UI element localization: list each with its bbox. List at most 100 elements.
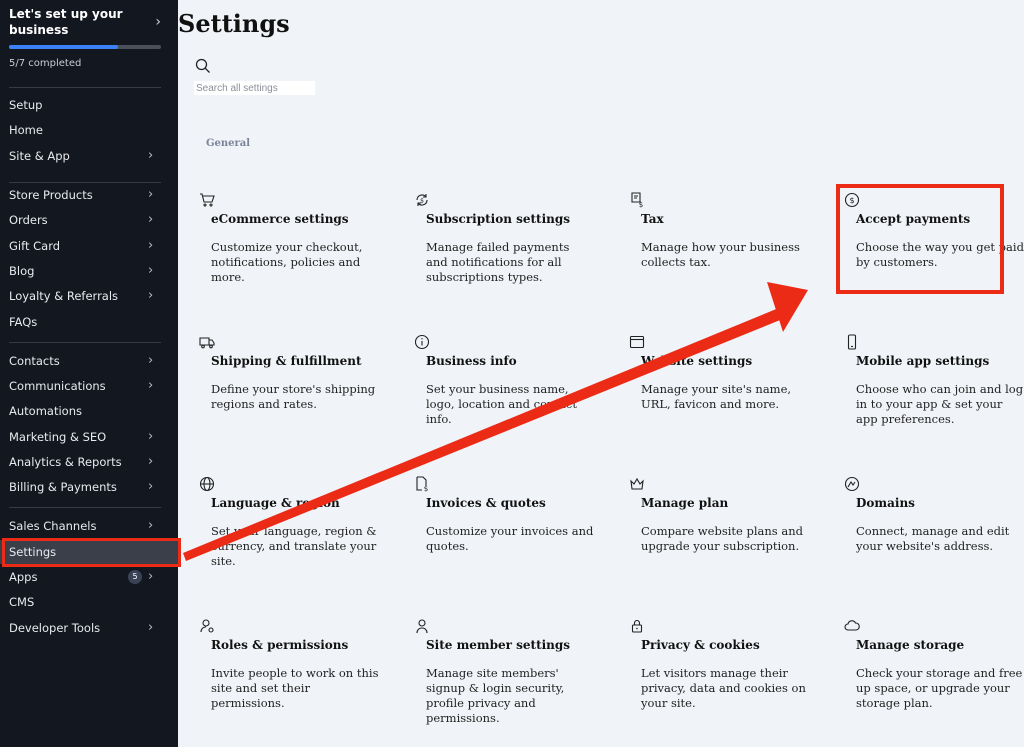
- setup-progress-fill: [9, 45, 118, 49]
- chevron-right-icon: ›: [148, 620, 154, 635]
- sidebar-item-orders[interactable]: Orders ›: [0, 208, 178, 232]
- sidebar-item-faqs[interactable]: FAQs: [0, 310, 178, 334]
- section-label-general: General: [206, 138, 251, 149]
- accept-payments-annotation-box: [836, 184, 1004, 294]
- person-icon: [416, 619, 428, 634]
- settings-card-domains[interactable]: Domains Connect, manage and edit your web…: [844, 476, 1024, 586]
- settings-card-roles-permissions[interactable]: Roles & permissions Invite people to work…: [200, 618, 391, 728]
- mobile-icon: [847, 334, 857, 350]
- settings-card-description: Invite people to work on this site and s…: [211, 666, 379, 710]
- settings-card-description: Manage your site's name, URL, favicon an…: [641, 382, 792, 411]
- sidebar-item-label: Marketing & SEO: [9, 430, 107, 444]
- settings-card-title: Tax: [641, 212, 664, 226]
- settings-card-title: Language & region: [211, 496, 340, 510]
- settings-card-mobile-app-settings[interactable]: Mobile app settings Choose who can join a…: [847, 334, 1024, 444]
- sidebar-divider: [9, 342, 161, 343]
- settings-card-shipping-fulfillment[interactable]: Shipping & fulfillment Define your store'…: [199, 334, 391, 444]
- sidebar-item-cms[interactable]: CMS: [0, 590, 178, 614]
- sidebar-item-label: Sales Channels: [9, 519, 97, 533]
- sidebar: Let's set up your business › 5/7 complet…: [0, 0, 181, 747]
- svg-text:$: $: [424, 485, 428, 492]
- settings-card-subscription-settings[interactable]: $ Subscription settings Manage failed paym…: [416, 192, 606, 302]
- sidebar-item-gift-card[interactable]: Gift Card ›: [0, 234, 178, 258]
- settings-card-title: eCommerce settings: [211, 212, 349, 226]
- sidebar-item-label: Site & App: [9, 149, 70, 163]
- tax-receipt-icon: $: [631, 192, 643, 208]
- truck-icon: [199, 337, 215, 349]
- sidebar-item-automations[interactable]: Automations: [0, 399, 178, 423]
- settings-card-description: Let visitors manage their privacy, data …: [641, 666, 806, 710]
- settings-card-manage-plan[interactable]: Manage plan Compare website plans and upg…: [630, 476, 821, 586]
- sidebar-item-communications[interactable]: Communications ›: [0, 374, 178, 398]
- settings-card-title: Roles & permissions: [211, 638, 349, 652]
- chevron-right-icon: ›: [148, 378, 154, 393]
- settings-card-business-info[interactable]: Business info Set your business name, log…: [414, 334, 606, 444]
- sidebar-item-home[interactable]: Home: [0, 118, 178, 142]
- sidebar-item-developer-tools[interactable]: Developer Tools ›: [0, 616, 178, 640]
- sidebar-item-label: Orders: [9, 213, 48, 227]
- sidebar-item-label: Loyalty & Referrals: [9, 289, 119, 303]
- browser-window-icon: [629, 335, 645, 349]
- setup-title: Let's set up your business: [9, 7, 123, 37]
- sidebar-divider: [9, 507, 161, 508]
- settings-card-description: Customize your invoices and quotes.: [426, 524, 594, 553]
- setup-progress-card[interactable]: Let's set up your business › 5/7 complet…: [9, 6, 171, 69]
- settings-card-title: Manage storage: [856, 638, 965, 652]
- settings-card-manage-storage[interactable]: Manage storage Check your storage and fre…: [844, 618, 1024, 728]
- sidebar-item-label: Gift Card: [9, 239, 61, 253]
- sidebar-item-setup[interactable]: Setup: [0, 93, 178, 117]
- sidebar-item-label: Blog: [9, 264, 35, 278]
- settings-card-website-settings[interactable]: Website settings Manage your site's name,…: [629, 334, 821, 444]
- settings-card-title: Website settings: [641, 354, 753, 368]
- sidebar-item-label: FAQs: [9, 315, 38, 329]
- sidebar-item-store-products[interactable]: Store Products ›: [0, 183, 178, 207]
- sidebar-item-label: CMS: [9, 595, 35, 609]
- settings-card-title: Privacy & cookies: [641, 638, 760, 652]
- chevron-right-icon: ›: [148, 212, 154, 227]
- sidebar-item-label: Analytics & Reports: [9, 455, 122, 469]
- sidebar-item-label: Automations: [9, 404, 82, 418]
- settings-card-language-region[interactable]: Language & region Set your language, regi…: [199, 476, 391, 586]
- sidebar-item-blog[interactable]: Blog ›: [0, 259, 178, 283]
- settings-card-title: Manage plan: [641, 496, 729, 510]
- sidebar-item-billing-payments[interactable]: Billing & Payments ›: [0, 475, 178, 499]
- sidebar-item-sales-channels[interactable]: Sales Channels ›: [0, 514, 178, 538]
- chevron-right-icon: ›: [148, 353, 154, 368]
- page-title: Settings: [178, 9, 290, 38]
- sidebar-item-analytics-reports[interactable]: Analytics & Reports ›: [0, 450, 178, 474]
- sidebar-item-site-app[interactable]: Site & App ›: [0, 144, 178, 168]
- chevron-right-icon: ›: [148, 288, 154, 303]
- chevron-right-icon: ›: [148, 263, 154, 278]
- settings-card-site-member-settings[interactable]: Site member settings Manage site members'…: [416, 618, 606, 728]
- settings-card-description: Customize your checkout, notifications, …: [211, 240, 363, 284]
- cloud-icon: [844, 620, 860, 631]
- settings-card-description: Manage how your business collects tax.: [641, 240, 800, 269]
- settings-card-invoices-quotes[interactable]: $ Invoices & quotes Customize your invoice…: [416, 476, 606, 586]
- crown-icon: [630, 477, 644, 490]
- settings-card-description: Check your storage and free up space, or…: [856, 666, 1023, 710]
- sidebar-item-marketing-seo[interactable]: Marketing & SEO ›: [0, 425, 178, 449]
- globe-icon: [199, 476, 215, 492]
- search-icon[interactable]: [195, 58, 211, 74]
- search-input[interactable]: [194, 81, 315, 95]
- settings-card-description: Connect, manage and edit your website's …: [856, 524, 1010, 553]
- chevron-right-icon: ›: [155, 14, 161, 30]
- sidebar-item-label: Contacts: [9, 354, 60, 368]
- settings-card-title: Site member settings: [426, 638, 571, 652]
- settings-card-tax[interactable]: $ Tax Manage how your business collects ta…: [631, 192, 821, 302]
- settings-card-description: Compare website plans and upgrade your s…: [641, 524, 803, 553]
- sidebar-item-label: Billing & Payments: [9, 480, 117, 494]
- sidebar-item-apps[interactable]: Apps 5 ›: [0, 565, 178, 589]
- sidebar-item-label: Communications: [9, 379, 106, 393]
- settings-card-ecommerce-settings[interactable]: eCommerce settings Customize your checkou…: [200, 192, 391, 302]
- settings-card-privacy-cookies[interactable]: Privacy & cookies Let visitors manage the…: [631, 618, 821, 728]
- apps-count-badge: 5: [128, 570, 142, 584]
- sidebar-item-contacts[interactable]: Contacts ›: [0, 349, 178, 373]
- chevron-right-icon: ›: [148, 238, 154, 253]
- chevron-right-icon: ›: [148, 518, 154, 533]
- info-icon: [414, 334, 430, 350]
- chevron-right-icon: ›: [148, 479, 154, 494]
- svg-text:$: $: [420, 198, 424, 205]
- settings-card-description: Manage site members' signup & login secu…: [426, 666, 565, 725]
- sidebar-item-loyalty-referrals[interactable]: Loyalty & Referrals ›: [0, 284, 178, 308]
